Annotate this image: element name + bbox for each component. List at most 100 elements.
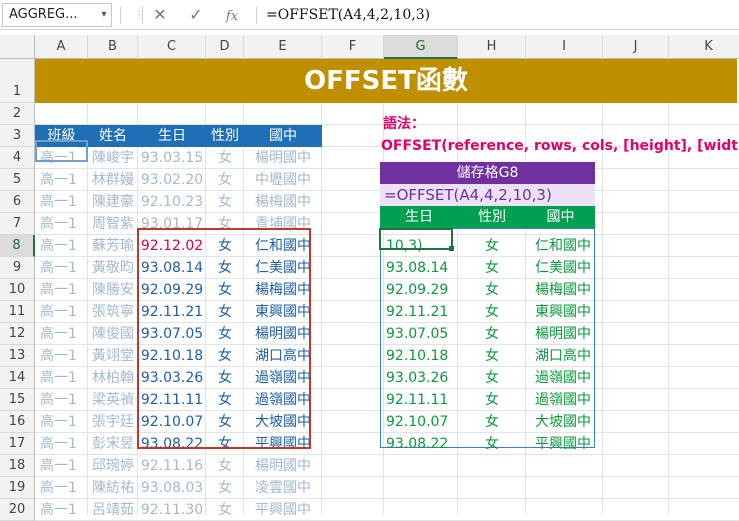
left-table-cell[interactable]: 黃敬昀 (88, 257, 138, 279)
enter-icon[interactable]: ✓ (183, 3, 209, 27)
result-table-cell[interactable]: 93.07.05 (380, 323, 458, 345)
result-table-cell[interactable]: 仁和國中 (526, 235, 595, 257)
result-table-cell[interactable]: 93.08.14 (380, 257, 458, 279)
column-header-h[interactable]: H (458, 35, 526, 59)
result-table-cell[interactable]: 平興國中 (526, 433, 595, 455)
result-table-header[interactable]: 性別 (458, 206, 526, 228)
left-table-cell[interactable]: 92.11.30 (138, 499, 206, 521)
left-table-header[interactable]: 生日 (138, 125, 206, 147)
result-table-cell[interactable]: 女 (458, 257, 526, 279)
left-table-cell[interactable]: 93.08.03 (138, 477, 206, 499)
left-table-cell[interactable]: 陳勝安 (88, 279, 138, 301)
column-header-d[interactable]: D (206, 35, 244, 59)
left-table-cell[interactable]: 高一1 (35, 389, 88, 411)
result-table-cell[interactable]: 女 (458, 367, 526, 389)
fill-handle[interactable] (449, 246, 454, 251)
column-header-b[interactable]: B (88, 35, 138, 59)
column-header-f[interactable]: F (322, 35, 384, 59)
left-table-cell[interactable]: 張宇廷 (88, 411, 138, 433)
row-header-20[interactable]: 20 (0, 499, 35, 521)
row-header-1[interactable]: 1 (0, 59, 35, 103)
left-table-cell[interactable]: 高一1 (35, 279, 88, 301)
result-table-cell[interactable]: 大坡國中 (526, 411, 595, 433)
left-table-cell[interactable]: 林柏翰 (88, 367, 138, 389)
left-table-cell[interactable]: 陳俊國 (88, 323, 138, 345)
row-header-14[interactable]: 14 (0, 367, 35, 389)
row-header-10[interactable]: 10 (0, 279, 35, 301)
left-table-cell[interactable]: 高一1 (35, 367, 88, 389)
left-table-cell[interactable]: 女 (206, 191, 244, 213)
left-table-cell[interactable]: 93.03.15 (138, 147, 206, 169)
left-table-cell[interactable]: 高一1 (35, 301, 88, 323)
left-table-header[interactable]: 性別 (206, 125, 244, 147)
left-table-cell[interactable]: 平興國中 (244, 499, 322, 521)
result-table-cell[interactable]: 93.08.22 (380, 433, 458, 455)
left-table-cell[interactable]: 蘇芳瑜 (88, 235, 138, 257)
left-table-header[interactable]: 國中 (244, 125, 322, 147)
left-table-cell[interactable]: 女 (206, 499, 244, 521)
column-header-a[interactable]: A (35, 35, 88, 59)
result-table-cell[interactable]: 女 (458, 433, 526, 455)
result-table-cell[interactable]: 女 (458, 301, 526, 323)
result-table-cell[interactable]: 93.03.26 (380, 367, 458, 389)
result-table-header[interactable]: 生日 (380, 206, 458, 228)
row-header-3[interactable]: 3 (0, 125, 35, 147)
left-table-cell[interactable]: 林群嫚 (88, 169, 138, 191)
insert-function-icon[interactable]: fx (219, 3, 245, 27)
result-table-cell[interactable]: 92.09.29 (380, 279, 458, 301)
result-table-cell[interactable]: 仁美國中 (526, 257, 595, 279)
row-header-5[interactable]: 5 (0, 169, 35, 191)
column-header-g[interactable]: G (384, 35, 458, 59)
left-table-cell[interactable]: 張筑寧 (88, 301, 138, 323)
result-table-cell[interactable]: 女 (458, 235, 526, 257)
left-table-cell[interactable]: 高一1 (35, 191, 88, 213)
row-header-18[interactable]: 18 (0, 455, 35, 477)
left-table-cell[interactable]: 陳峻宇 (88, 147, 138, 169)
row-header-2[interactable]: 2 (0, 103, 35, 125)
left-table-cell[interactable]: 高一1 (35, 345, 88, 367)
result-table-header[interactable]: 國中 (526, 206, 595, 228)
result-table-cell[interactable]: 女 (458, 345, 526, 367)
row-header-19[interactable]: 19 (0, 477, 35, 499)
row-header-15[interactable]: 15 (0, 389, 35, 411)
row-header-8[interactable]: 8 (0, 235, 35, 257)
left-table-cell[interactable]: 高一1 (35, 257, 88, 279)
column-header-i[interactable]: I (526, 35, 603, 59)
row-header-6[interactable]: 6 (0, 191, 35, 213)
row-header-12[interactable]: 12 (0, 323, 35, 345)
left-table-header[interactable]: 姓名 (88, 125, 138, 147)
result-table-cell[interactable]: 過嶺國中 (526, 367, 595, 389)
result-table-cell[interactable]: 女 (458, 389, 526, 411)
row-header-16[interactable]: 16 (0, 411, 35, 433)
result-table-cell[interactable]: 過嶺國中 (526, 389, 595, 411)
left-table-cell[interactable]: 楊明國中 (244, 147, 322, 169)
left-table-cell[interactable]: 高一1 (35, 323, 88, 345)
left-table-cell[interactable]: 高一1 (35, 411, 88, 433)
formula-input[interactable]: =OFFSET(A4,4,2,10,3) (262, 3, 737, 27)
cancel-icon[interactable]: ✕ (147, 3, 173, 27)
column-header-e[interactable]: E (244, 35, 322, 59)
row-header-13[interactable]: 13 (0, 345, 35, 367)
left-table-cell[interactable]: 楊梅國中 (244, 191, 322, 213)
chevron-down-icon[interactable]: ▾ (96, 3, 112, 27)
left-table-cell[interactable]: 呂靖茹 (88, 499, 138, 521)
left-table-cell[interactable]: 陳紡祐 (88, 477, 138, 499)
left-table-cell[interactable]: 女 (206, 169, 244, 191)
left-table-cell[interactable]: 周智紫 (88, 213, 138, 235)
row-header-11[interactable]: 11 (0, 301, 35, 323)
left-table-cell[interactable]: 女 (206, 147, 244, 169)
column-header-j[interactable]: J (603, 35, 669, 59)
result-table-cell[interactable]: 92.11.21 (380, 301, 458, 323)
result-table-cell[interactable]: 女 (458, 323, 526, 345)
left-table-cell[interactable]: 高一1 (35, 455, 88, 477)
column-header-k[interactable]: K (669, 35, 739, 59)
result-table-cell[interactable]: 東興國中 (526, 301, 595, 323)
left-table-cell[interactable]: 彭宋昱 (88, 433, 138, 455)
left-table-cell[interactable]: 92.10.23 (138, 191, 206, 213)
row-header-17[interactable]: 17 (0, 433, 35, 455)
select-all-corner[interactable] (0, 35, 35, 59)
left-table-cell[interactable]: 女 (206, 455, 244, 477)
left-table-cell[interactable]: 92.11.16 (138, 455, 206, 477)
left-table-cell[interactable]: 邱琬婷 (88, 455, 138, 477)
left-table-cell[interactable]: 女 (206, 477, 244, 499)
